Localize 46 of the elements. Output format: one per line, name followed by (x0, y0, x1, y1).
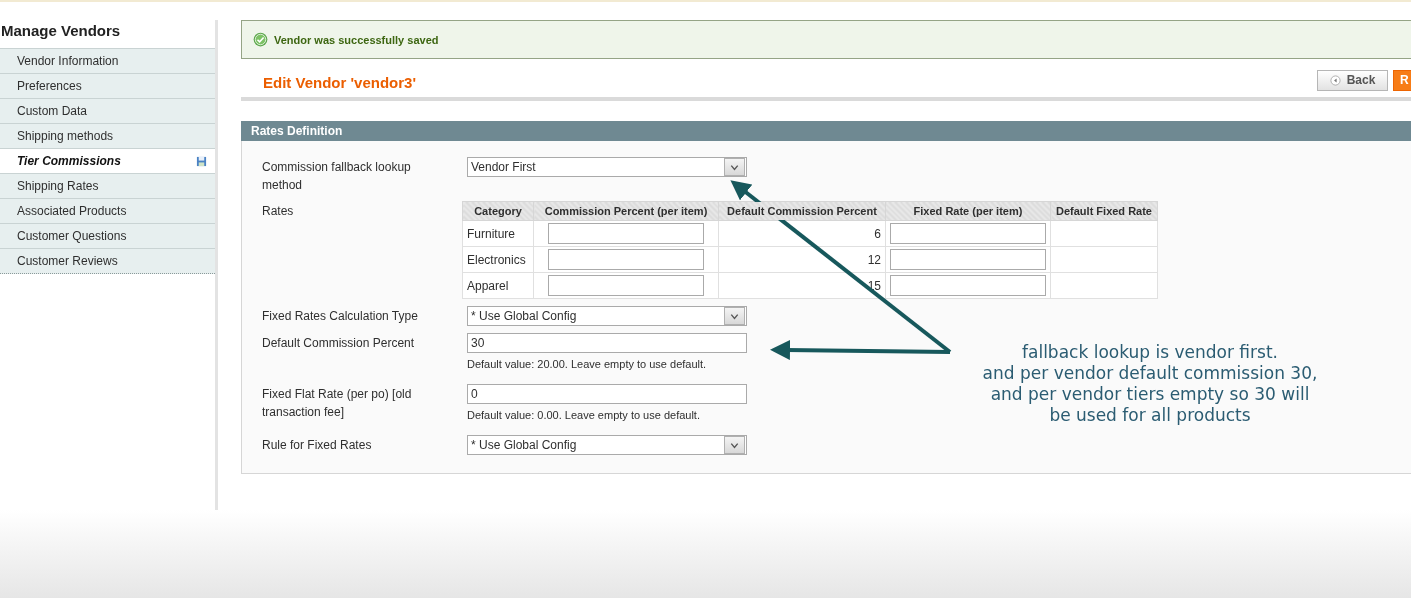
sidebar-tab[interactable]: Customer Questions (0, 223, 215, 249)
input-field[interactable] (890, 223, 1046, 244)
input-field[interactable]: 0 (467, 384, 747, 404)
input-field[interactable] (548, 275, 704, 296)
back-button[interactable]: Back (1317, 69, 1388, 91)
message-text: Vendor was successfully saved (274, 33, 439, 46)
input-field[interactable] (890, 275, 1046, 296)
column-header: Fixed Rate (per item) (885, 201, 1051, 221)
annotation-text: fallback lookup is vendor first. and per vendor default commission 30, and per vendor tiers empty so 30 will be used for all products (981, 342, 1319, 426)
sidebar-tab[interactable]: Preferences (0, 73, 215, 99)
sidebar-tab[interactable]: Vendor Information (0, 48, 215, 74)
dropdown[interactable]: Vendor First (467, 157, 747, 177)
input-field[interactable] (548, 223, 704, 244)
table-cell: Electronics (462, 246, 534, 273)
dropdown[interactable]: * Use Global Config (467, 306, 747, 326)
field-label: Rule for Fixed Rates (262, 437, 373, 454)
sidebar-title: Manage Vendors (0, 21, 122, 41)
column-header: Category (462, 201, 534, 221)
check-circle-icon (253, 32, 268, 47)
table-cell: 12 (718, 246, 886, 273)
column-header: Commission Percent (per item) (533, 201, 719, 221)
sidebar-tab[interactable]: Customer Reviews (0, 248, 215, 274)
save-icon (196, 155, 207, 167)
arrow-left-icon (1329, 74, 1341, 86)
hint-text: Default value: 20.00. Leave empty to use default. (467, 357, 708, 371)
dropdown[interactable]: * Use Global Config (467, 435, 747, 455)
table-cell: 6 (718, 220, 886, 247)
sidebar-tab[interactable]: Custom Data (0, 98, 215, 124)
field-label: Commission fallback lookup method (262, 159, 412, 194)
hint-text: Default value: 0.00. Leave empty to use default. (467, 408, 701, 422)
table-cell: Furniture (462, 220, 534, 247)
field-label: Fixed Flat Rate (per po) [old transaction fee] (262, 386, 413, 421)
page-title: Edit Vendor 'vendor3' (263, 73, 416, 91)
field-label: Fixed Rates Calculation Type (262, 308, 419, 325)
input-field[interactable] (890, 249, 1046, 270)
sidebar-tab[interactable]: Shipping methods (0, 123, 215, 149)
sidebar-tab[interactable]: Associated Products (0, 198, 215, 224)
column-header: Default Commission Percent (718, 201, 886, 221)
table-cell: Apparel (462, 272, 534, 299)
field-label: Rates (262, 203, 295, 220)
column-header: Default Fixed Rate (1050, 201, 1158, 221)
input-field[interactable] (548, 249, 704, 270)
sidebar-tab[interactable]: Shipping Rates (0, 173, 215, 199)
field-label: Default Commission Percent (262, 335, 416, 352)
section-header: Rates Definition (241, 121, 1411, 141)
input-field[interactable]: 30 (467, 333, 747, 353)
